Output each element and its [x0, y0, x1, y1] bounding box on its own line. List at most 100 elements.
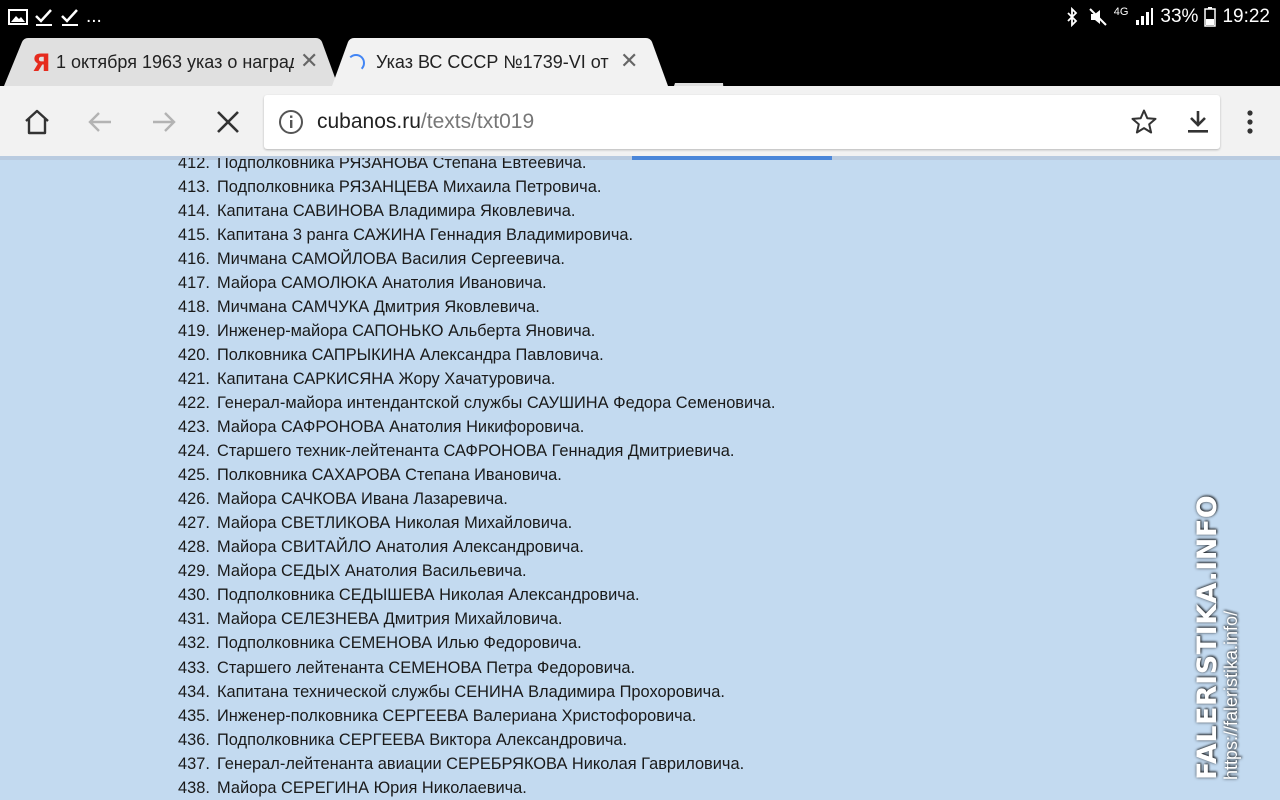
- list-item: 427. Майора СВЕТЛИКОВА Николая Михайлович…: [178, 512, 775, 536]
- list-item: 415. Капитана 3 ранга САЖИНА Геннадия Вла…: [178, 223, 775, 247]
- tab-title: 1 октября 1963 указ о наград: [56, 52, 294, 72]
- signal-icon: [1136, 8, 1154, 25]
- tab-yandex[interactable]: Я 1 октября 1963 указ о наград ✕: [4, 38, 338, 86]
- loading-spinner-icon: [347, 54, 365, 72]
- list-item-number: 421.: [178, 369, 210, 388]
- list-item: 436. Подполковника СЕРГЕЕВА Виктора Алекс…: [178, 728, 775, 752]
- list-item: 418. Мичмана САМЧУКА Дмитрия Яковлевича.: [178, 295, 775, 319]
- gallery-icon: [8, 9, 28, 25]
- download-icon: [1188, 111, 1208, 133]
- list-item: 431. Майора СЕЛЕЗНЕВА Дмитрия Михайловича…: [178, 608, 775, 632]
- home-icon: [25, 109, 49, 135]
- more-notifications: ...: [86, 6, 102, 27]
- list-item-number: 429.: [178, 562, 210, 581]
- list-item-text: Майора СЕЛЕЗНЕВА Дмитрия Михайловича.: [217, 610, 563, 629]
- list-item-number: 420.: [178, 345, 210, 364]
- list-item-number: 428.: [178, 538, 210, 557]
- list-item-text: Подполковника СЕДЫШЕВА Николая Александр…: [217, 586, 640, 605]
- list-item-text: Полковника САХАРОВА Степана Ивановича.: [217, 466, 562, 485]
- list-item-number: 416.: [178, 249, 210, 268]
- list-item-text: Старшего техник-лейтенанта САФРОНОВА Ген…: [217, 442, 735, 461]
- mute-icon: [1089, 8, 1107, 26]
- menu-button[interactable]: [1232, 104, 1268, 140]
- page-content: 412. Подполковника РЯЗАНОВА Степана Евтее…: [0, 158, 1280, 800]
- clock: 19:22: [1222, 6, 1270, 27]
- yandex-favicon-icon: Я: [32, 49, 51, 77]
- list-item: 413. Подполковника РЯЗАНЦЕВА Михаила Петр…: [178, 175, 775, 199]
- list-item: 414. Капитана САВИНОВА Владимира Яковлеви…: [178, 199, 775, 223]
- close-tab-icon[interactable]: ✕: [620, 50, 638, 72]
- download-button[interactable]: [1180, 104, 1216, 140]
- tab-active[interactable]: Указ ВС СССР №1739-VI от ✕: [332, 38, 668, 86]
- list-item: 421. Капитана САРКИСЯНА Жору Хачатуровича…: [178, 367, 775, 391]
- list-item-text: Подполковника РЯЗАНЦЕВА Михаила Петрович…: [217, 177, 602, 196]
- list-item-text: Подполковника СЕМЕНОВА Илью Федоровича.: [217, 634, 582, 653]
- list-item-number: 426.: [178, 490, 210, 509]
- address-bar[interactable]: cubanos.ru/texts/txt019: [264, 95, 1220, 149]
- list-item-text: Капитана технической службы СЕНИНА Влади…: [217, 682, 725, 701]
- list-item: 429. Майора СЕДЫХ Анатолия Васильевича.: [178, 560, 775, 584]
- list-item-text: Подполковника СЕРГЕЕВА Виктора Александр…: [217, 730, 628, 749]
- list-item: 417. Майора САМОЛЮКА Анатолия Ивановича.: [178, 271, 775, 295]
- list-item: 420. Полковника САПРЫКИНА Александра Павл…: [178, 343, 775, 367]
- url-domain: cubanos.ru: [317, 110, 421, 133]
- list-item-number: 422.: [178, 393, 210, 412]
- forward-button[interactable]: [146, 104, 182, 140]
- list-item-number: 436.: [178, 730, 210, 749]
- list-item-number: 418.: [178, 297, 210, 316]
- battery-icon: [1204, 7, 1217, 27]
- list-item-text: Капитана САРКИСЯНА Жору Хачатуровича.: [217, 369, 556, 388]
- list-item-number: 423.: [178, 418, 210, 437]
- check-icon: [61, 9, 78, 26]
- list-item-text: Капитана САВИНОВА Владимира Яковлевича.: [217, 201, 576, 220]
- list-item-text: Мичмана САМЧУКА Дмитрия Яковлевича.: [217, 297, 540, 316]
- list-item-text: Подполковника РЯЗАНОВА Степана Евтеевича…: [217, 158, 587, 172]
- stop-loading-button[interactable]: [210, 104, 246, 140]
- list-item-text: Полковника САПРЫКИНА Александра Павлович…: [217, 345, 604, 364]
- list-item-text: Майора САФРОНОВА Анатолия Никифоровича.: [217, 418, 585, 437]
- url-text[interactable]: cubanos.ru/texts/txt019: [317, 110, 534, 134]
- list-item-number: 417.: [178, 273, 210, 292]
- list-item-number: 430.: [178, 586, 210, 605]
- list-item: 426. Майора САЧКОВА Ивана Лазаревича.: [178, 488, 775, 512]
- info-icon[interactable]: [278, 109, 304, 135]
- list-item: 432. Подполковника СЕМЕНОВА Илью Федорови…: [178, 632, 775, 656]
- list-item-text: Генерал-майора интендантской службы САУШ…: [217, 393, 776, 412]
- list-item-number: 431.: [178, 610, 210, 629]
- list-item: 433. Старшего лейтенанта СЕМЕНОВА Петра Ф…: [178, 656, 775, 680]
- list-item-text: Майора СЕРЕГИНА Юрия Николаевича.: [217, 778, 527, 797]
- list-item-text: Инженер-майора САПОНЬКО Альберта Яновича…: [217, 321, 596, 340]
- close-icon: [217, 111, 239, 133]
- bookmark-star-icon[interactable]: [1130, 108, 1158, 136]
- list-item: 434. Капитана технической службы СЕНИНА В…: [178, 680, 775, 704]
- tab-title: Указ ВС СССР №1739-VI от: [376, 52, 609, 72]
- list-item: 416. Мичмана САМОЙЛОВА Василия Сергеевича…: [178, 247, 775, 271]
- list-item-text: Майора СВИТАЙЛО Анатолия Александровича.: [217, 538, 584, 557]
- tab-strip: Я 1 октября 1963 указ о наград ✕ Указ ВС…: [0, 34, 1280, 107]
- watermark-url: https://faleristika.info/: [1221, 610, 1241, 780]
- list-item: 423. Майора САФРОНОВА Анатолия Никифорови…: [178, 416, 775, 440]
- list-item: 430. Подполковника СЕДЫШЕВА Николая Алекс…: [178, 584, 775, 608]
- status-bar: ... 4G 33% 19:22: [0, 0, 1280, 34]
- home-button[interactable]: [19, 104, 55, 140]
- check-icon: [35, 9, 52, 26]
- list-item-number: 415.: [178, 225, 210, 244]
- network-type: 4G: [1113, 6, 1129, 18]
- list-item-text: Майора САЧКОВА Ивана Лазаревича.: [217, 490, 508, 509]
- list-item: 437. Генерал-лейтенанта авиации СЕРЕБРЯКО…: [178, 752, 775, 776]
- arrow-left-icon: [88, 112, 111, 132]
- close-tab-icon[interactable]: ✕: [300, 50, 318, 72]
- list-item: 428. Майора СВИТАЙЛО Анатолия Александров…: [178, 536, 775, 560]
- battery-percent: 33%: [1160, 6, 1199, 27]
- list-item: 424. Старшего техник-лейтенанта САФРОНОВА…: [178, 440, 775, 464]
- url-path: /texts/txt019: [420, 110, 535, 133]
- list-item-number: 412.: [178, 158, 210, 172]
- back-button[interactable]: [82, 104, 118, 140]
- list-item-text: Старшего лейтенанта СЕМЕНОВА Петра Федор…: [217, 658, 636, 677]
- bluetooth-icon: [1067, 7, 1078, 27]
- list-item-number: 414.: [178, 201, 210, 220]
- status-left: ...: [8, 6, 102, 28]
- list-item-number: 424.: [178, 442, 210, 461]
- list-item: 422. Генерал-майора интендантской службы …: [178, 391, 775, 415]
- list-item-text: Майора САМОЛЮКА Анатолия Ивановича.: [217, 273, 547, 292]
